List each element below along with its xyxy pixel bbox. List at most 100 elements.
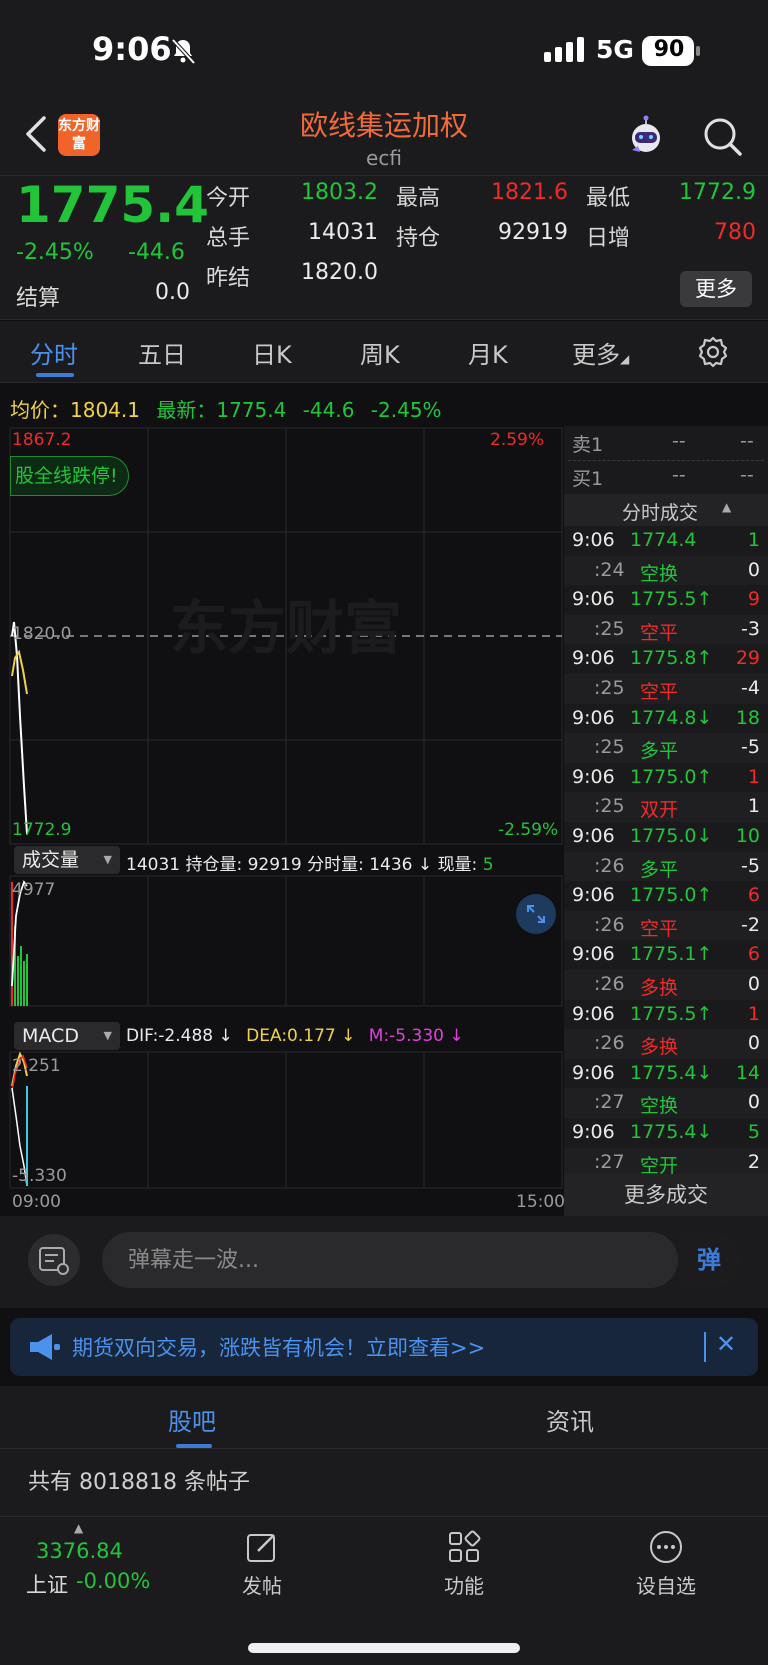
forum-section: 股吧 资讯 共有 8018818 条帖子 — [0, 1386, 768, 1516]
back-arrow-icon[interactable] — [24, 114, 48, 154]
low-label: 最低 — [586, 186, 631, 211]
last-price: 1775.4 — [16, 176, 209, 234]
promo-banner[interactable]: 期货双向交易，涨跌皆有机会！立即查看>> ✕ — [10, 1318, 758, 1376]
trade-volume: 1 — [747, 795, 760, 818]
macd-dea: DEA:0.177 ↓ — [246, 1026, 356, 1046]
caret-up-icon: ▲ — [722, 500, 732, 514]
trade-time: :25 — [594, 617, 625, 640]
intraday-chart[interactable]: 东方财富 1867.2 2.59% 股全线跌停! 1820.0 1772.9 -… — [0, 426, 565, 1216]
tab-monthly-k[interactable]: 月K — [468, 335, 508, 370]
app-logo[interactable]: 东方财富 — [58, 114, 100, 156]
open-interest-label: 持仓 — [396, 226, 441, 251]
bottom-navigation: ▲ 3376.84 上证 -0.00% 发帖 功能 设自选 — [0, 1516, 768, 1665]
trade-detail-panel: 卖1 -- -- 买1 -- -- 分时成交 ▲ 9:06 1774.4 1:24 空… — [564, 426, 768, 1216]
tab-weekly-k[interactable]: 周K — [360, 335, 400, 370]
tab-more-label: 更多 — [572, 341, 620, 369]
trade-row: :25 空平 -4 — [564, 674, 768, 704]
ask-1-row: 卖1 -- -- — [572, 430, 762, 464]
trade-time: 9:06 — [572, 647, 615, 670]
signal-icon — [544, 37, 584, 62]
high-label: 最高 — [396, 186, 441, 211]
logo-text: 东方财富 — [58, 118, 100, 152]
tab-five-day[interactable]: 五日 — [138, 335, 186, 370]
trade-value: 空换 — [640, 562, 679, 585]
macd-high-label: 2.251 — [12, 1056, 61, 1076]
volume-selector-label: 成交量 — [22, 849, 80, 871]
nav-functions[interactable]: 功能 — [404, 1529, 524, 1599]
nav-add-watchlist-label: 设自选 — [636, 1574, 696, 1598]
trade-list[interactable]: 9:06 1774.4 1:24 空换 0 9:06 1775.5↑ 9:25 空平 -3 9:06… — [564, 526, 768, 1178]
high-value: 1821.6 — [491, 180, 568, 205]
index-value[interactable]: 3376.84 — [36, 1539, 123, 1563]
trade-value: 1775.0↑ — [630, 765, 713, 788]
trade-volume: 1 — [747, 529, 760, 551]
danmu-send-button[interactable]: 弹 — [678, 1232, 740, 1288]
trade-value: 双开 — [640, 799, 679, 822]
chart-canvas: 东方财富 — [9, 427, 563, 1189]
daily-increase-value: 780 — [714, 220, 756, 245]
trade-value: 多平 — [640, 740, 679, 763]
trade-time: 9:06 — [572, 943, 615, 966]
macd-dif: DIF:-2.488 ↓ — [126, 1026, 233, 1046]
gear-icon[interactable] — [696, 335, 730, 369]
trade-time: 9:06 — [572, 825, 615, 847]
trades-header[interactable]: 分时成交 ▲ — [564, 494, 768, 526]
trade-row: :25 空平 -3 — [564, 614, 768, 645]
limit-down-bubble[interactable]: 股全线跌停! — [10, 456, 129, 496]
bell-muted-icon — [171, 38, 196, 65]
danmu-settings-button[interactable] — [28, 1234, 80, 1286]
bid-1-label: 买1 — [572, 468, 604, 490]
more-quote-button[interactable]: 更多 — [680, 271, 752, 307]
caret-up-icon[interactable]: ▲ — [74, 1521, 83, 1535]
banner-divider — [704, 1332, 706, 1362]
more-trades-button[interactable]: 更多成交 — [564, 1174, 768, 1216]
tab-news[interactable]: 资讯 — [546, 1402, 594, 1437]
index-name[interactable]: 上证 — [26, 1569, 68, 1599]
post-count: 共有 8018818 条帖子 — [28, 1470, 250, 1495]
index-change[interactable]: -0.00% — [76, 1569, 150, 1593]
macd-indicator-selector[interactable]: MACD ▼ — [14, 1022, 120, 1050]
close-icon[interactable]: ✕ — [716, 1330, 736, 1358]
tab-daily-k[interactable]: 日K — [252, 335, 292, 370]
trade-volume: 6 — [747, 884, 760, 907]
nav-post[interactable]: 发帖 — [202, 1529, 322, 1599]
tab-guba[interactable]: 股吧 — [168, 1402, 216, 1437]
trade-value: 1775.5↑ — [630, 1002, 713, 1025]
trade-volume: 6 — [747, 943, 760, 966]
avg-price-label: 均价： — [10, 398, 70, 422]
trade-row: :25 双开 1 — [564, 792, 768, 822]
robot-assistant-icon[interactable] — [624, 114, 668, 158]
trade-row: 9:06 1775.0↑ 1 — [564, 763, 768, 793]
danmu-input[interactable] — [102, 1232, 678, 1288]
volume-indicator-selector[interactable]: 成交量 ▼ — [14, 846, 120, 874]
caret-down-icon: ◢ — [620, 352, 630, 366]
expand-icon — [527, 905, 545, 923]
tab-intraday[interactable]: 分时 — [30, 335, 78, 370]
latest-label: 最新： — [156, 398, 217, 422]
trade-time: 9:06 — [572, 1002, 615, 1025]
ask-1-price: -- — [672, 430, 686, 452]
tab-more[interactable]: 更多◢ — [572, 335, 629, 370]
trade-time: :25 — [594, 795, 625, 818]
home-indicator — [248, 1643, 520, 1653]
trade-row: :27 空开 2 — [564, 1147, 768, 1178]
search-icon[interactable] — [700, 114, 744, 158]
current-volume-label: 现量: — [437, 855, 478, 875]
latest-percent: -2.45% — [370, 398, 442, 422]
network-type: 5G — [596, 35, 634, 64]
forum-divider — [0, 1448, 768, 1449]
pct-low-label: -2.59% — [498, 820, 559, 840]
expand-chart-button[interactable] — [516, 894, 556, 934]
quote-panel: 1775.4 -2.45% -44.6 结算 0.0 今开 1803.2 总手 … — [0, 176, 768, 320]
price-mid-label: 1820.0 — [12, 624, 72, 644]
time-start-label: 09:00 — [12, 1192, 61, 1212]
page-subtitle: ecfi — [366, 146, 402, 170]
volume-info: 14031 持仓量: 92919 分时量: 1436 ↓ 现量: 5 — [126, 850, 494, 875]
nav-add-watchlist[interactable]: 设自选 — [606, 1529, 726, 1599]
prev-settle-label: 昨结 — [206, 266, 251, 291]
volume-arrow: ↓ — [417, 855, 433, 875]
settle-value: 0.0 — [155, 280, 190, 305]
change-amount: -44.6 — [128, 240, 185, 265]
volume-value: 14031 — [308, 220, 378, 245]
trade-value: 空平 — [640, 681, 679, 703]
